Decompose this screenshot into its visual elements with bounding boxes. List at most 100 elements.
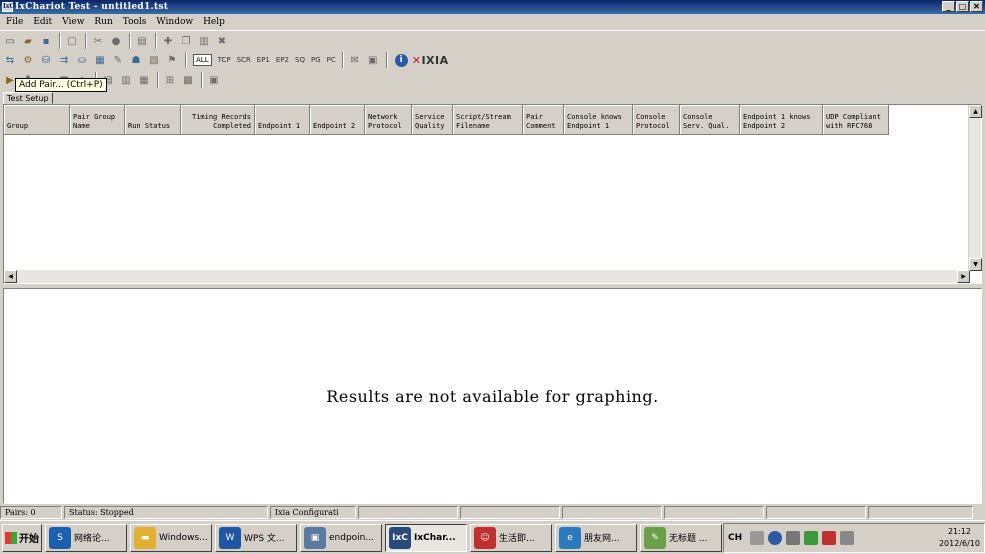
user-icon[interactable]: ☗ (128, 52, 144, 68)
add-icon[interactable]: ✚ (160, 33, 176, 49)
menu-view[interactable]: View (62, 17, 84, 27)
column-header[interactable]: Timing Records Completed (181, 105, 255, 135)
language-indicator[interactable]: CH (728, 533, 742, 543)
export-icon[interactable]: ▥ (118, 72, 134, 88)
new-icon[interactable]: ▭ (2, 33, 18, 49)
pairs-grid[interactable]: Group Pair Group Name Run Status Timing … (3, 104, 982, 284)
stop-icon[interactable]: ● (108, 33, 124, 49)
open-icon[interactable]: ▰ (20, 33, 36, 49)
edit-icon[interactable]: ✎ (110, 52, 126, 68)
taskbar-item[interactable]: W WPS 文... (215, 523, 297, 552)
multicast-icon[interactable]: ⛁ (38, 52, 54, 68)
start-button[interactable]: 开始 (2, 523, 42, 552)
save-icon[interactable]: ▪ (38, 33, 54, 49)
menu-window[interactable]: Window (156, 17, 193, 27)
app-icon: IxC (2, 2, 15, 12)
column-header[interactable]: Group (4, 105, 70, 135)
protocol-ep2[interactable]: EP2 (276, 56, 289, 64)
menu-bar: File Edit View Run Tools Window Help (0, 14, 985, 31)
lock-icon[interactable]: ▣ (206, 72, 222, 88)
protocol-tcp[interactable]: TCP (218, 56, 231, 64)
ixchariot-icon: IxC (389, 526, 411, 549)
properties-icon[interactable]: ▤ (134, 33, 150, 49)
tab-test-setup[interactable]: Test Setup (3, 92, 53, 104)
ie-icon: e (559, 526, 581, 549)
pair-icon[interactable]: ⇆ (2, 52, 18, 68)
copy-icon[interactable]: ❐ (178, 33, 194, 49)
protocol-all[interactable]: ALL (193, 54, 212, 66)
taskbar-item[interactable]: e 朋友网... (555, 523, 637, 552)
menu-run[interactable]: Run (94, 17, 112, 27)
keyboard-icon[interactable] (750, 531, 765, 545)
column-header[interactable]: Pair Group Name (70, 105, 125, 135)
taskbar-item[interactable]: ✎ 无标题 ... (640, 523, 722, 552)
compare-icon[interactable]: ▦ (136, 72, 152, 88)
info-icon[interactable]: i (394, 53, 408, 67)
column-header[interactable]: Console Protocol (633, 105, 680, 135)
toolbar-separator (85, 33, 87, 49)
column-header[interactable]: Endpoint 1 knows Endpoint 2 (740, 105, 823, 135)
column-header[interactable]: Network Protocol (365, 105, 412, 135)
delete-icon[interactable]: ✖ (214, 33, 230, 49)
chart-icon[interactable]: ▧ (146, 52, 162, 68)
add-pair-icon[interactable]: ⚙ (20, 52, 36, 68)
browser-icon: S (49, 526, 71, 549)
menu-help[interactable]: Help (203, 17, 225, 27)
vertical-scrollbar[interactable]: ▲ ▼ (968, 105, 982, 271)
column-header[interactable]: Pair Comment (523, 105, 564, 135)
toolbar-separator (341, 52, 344, 68)
volume-icon[interactable] (840, 531, 855, 545)
taskbar-item[interactable]: ▣ endpoin... (300, 523, 382, 552)
column-header[interactable]: Console Serv. Qual. (680, 105, 740, 135)
menu-edit[interactable]: Edit (33, 17, 52, 27)
zoom-icon[interactable]: ⊞ (162, 72, 178, 88)
taskbar-item[interactable]: S 网络论... (45, 523, 127, 552)
network-tray-icon[interactable] (804, 531, 819, 545)
network-icon[interactable]: ⇉ (56, 52, 72, 68)
horizontal-scrollbar[interactable]: ◀ ▶ (4, 270, 970, 283)
column-header[interactable]: Service Quality (412, 105, 453, 135)
taskbar-item[interactable]: ▬ Windows... (130, 523, 212, 552)
protocol-scr[interactable]: SCR (237, 56, 251, 64)
taskbar-item-active[interactable]: IxC IxChar... (385, 523, 467, 552)
hardware-icon[interactable]: ▦ (92, 52, 108, 68)
taskbar-item[interactable]: ☺ 生活即... (470, 523, 552, 552)
scroll-up-icon[interactable]: ▲ (969, 105, 982, 118)
clock[interactable]: 21:12 2012/6/10 (939, 526, 980, 550)
column-header[interactable]: Endpoint 2 (310, 105, 365, 135)
protocol-pc[interactable]: PC (327, 56, 336, 64)
arrow-icon[interactable] (786, 531, 801, 545)
status-panel (766, 506, 866, 519)
paint-icon: ✎ (644, 526, 666, 549)
scroll-right-icon[interactable]: ▶ (957, 270, 970, 283)
menu-tools[interactable]: Tools (123, 17, 147, 27)
toolbar-separator (201, 72, 203, 88)
mail-icon[interactable]: ✉ (347, 52, 363, 68)
help-icon[interactable] (768, 531, 783, 545)
protocol-ep1[interactable]: EP1 (257, 56, 270, 64)
endpoint-icon[interactable]: ⛀ (74, 52, 90, 68)
minimize-button[interactable]: _ (942, 1, 955, 12)
scroll-down-icon[interactable]: ▼ (969, 258, 982, 271)
column-header[interactable]: UDP Compliant with RFC768 (823, 105, 889, 135)
paste-icon[interactable]: ▥ (196, 33, 212, 49)
column-header[interactable]: Script/Stream Filename (453, 105, 523, 135)
cut-icon[interactable]: ✂ (90, 33, 106, 49)
column-header[interactable]: Run Status (125, 105, 181, 135)
flag-icon[interactable]: ⚑ (164, 52, 180, 68)
menu-file[interactable]: File (6, 17, 23, 27)
chat-icon: ☺ (474, 526, 496, 549)
close-button[interactable]: ✕ (970, 1, 983, 12)
maximize-button[interactable]: □ (956, 1, 969, 12)
security-icon[interactable] (822, 531, 837, 545)
print-icon[interactable]: ▢ (64, 33, 80, 49)
column-header[interactable]: Console knows Endpoint 1 (564, 105, 633, 135)
toolbar-separator (157, 72, 159, 88)
protocol-pg[interactable]: PG (311, 56, 321, 64)
column-header[interactable]: Endpoint 1 (255, 105, 310, 135)
ixia-logo: ✕IXIA (411, 53, 449, 67)
report-icon[interactable]: ▣ (365, 52, 381, 68)
scroll-left-icon[interactable]: ◀ (4, 270, 17, 283)
grid-icon[interactable]: ▩ (180, 72, 196, 88)
protocol-sq[interactable]: SQ (295, 56, 305, 64)
